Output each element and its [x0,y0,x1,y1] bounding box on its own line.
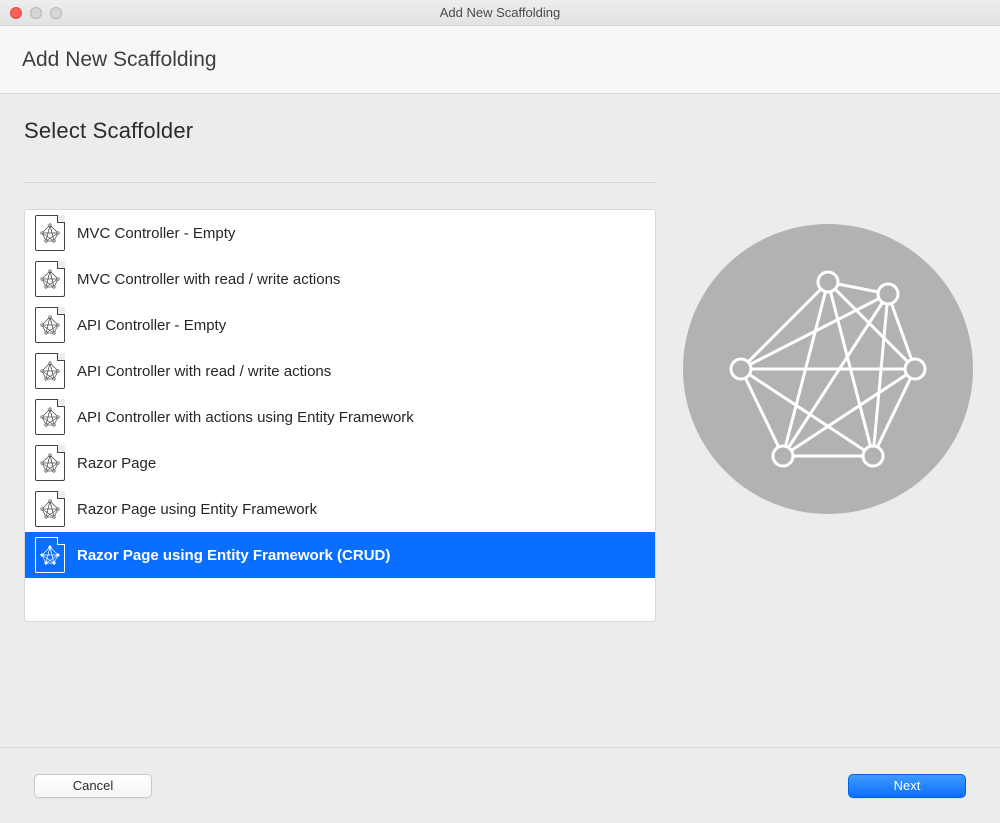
preview-graphic [683,224,973,514]
scaffolder-list-item[interactable]: API Controller with actions using Entity… [25,394,655,440]
scaffold-file-icon [33,260,67,298]
scaffold-file-icon [33,306,67,344]
maximize-window-button[interactable] [50,7,62,19]
scaffolder-list-item[interactable]: Razor Page [25,440,655,486]
scaffolder-item-label: API Controller with read / write actions [77,363,331,380]
scaffold-file-icon [33,398,67,436]
scaffolder-list-item[interactable]: MVC Controller - Empty [25,210,655,256]
titlebar: Add New Scaffolding [0,0,1000,26]
left-pane: Select Scaffolder MVC Controller - Empty… [0,94,656,747]
scaffolder-item-label: MVC Controller with read / write actions [77,271,340,288]
dialog-footer: Cancel Next [0,747,1000,823]
scaffolder-item-label: API Controller with actions using Entity… [77,409,414,426]
scaffolder-list-item[interactable]: Razor Page using Entity Framework (CRUD) [25,532,655,578]
scaffolder-item-label: Razor Page [77,455,156,472]
scaffold-file-icon [33,444,67,482]
scaffolder-item-label: Razor Page using Entity Framework [77,501,317,518]
scaffolder-list-item[interactable]: API Controller - Empty [25,302,655,348]
dialog-header: Add New Scaffolding [0,26,1000,94]
scaffold-file-icon [33,490,67,528]
scaffold-file-icon [33,352,67,390]
scaffold-file-icon [33,214,67,252]
preview-pane [656,94,1000,747]
dialog-window: Add New Scaffolding Add New Scaffolding … [0,0,1000,823]
dialog-title: Add New Scaffolding [22,48,217,72]
close-window-button[interactable] [10,7,22,19]
scaffolder-item-label: MVC Controller - Empty [77,225,235,242]
window-controls [0,7,62,19]
cancel-button[interactable]: Cancel [34,774,152,798]
scaffolder-item-label: Razor Page using Entity Framework (CRUD) [77,547,390,564]
scaffolder-list[interactable]: MVC Controller - Empty MVC Controller wi… [24,209,656,622]
section-title: Select Scaffolder [24,118,656,144]
window-title: Add New Scaffolding [0,5,1000,20]
scaffolder-list-item[interactable]: API Controller with read / write actions [25,348,655,394]
scaffolder-list-item[interactable]: MVC Controller with read / write actions [25,256,655,302]
section-header: Select Scaffolder [24,118,656,183]
dialog-content: Select Scaffolder MVC Controller - Empty… [0,94,1000,747]
scaffold-file-icon [33,536,67,574]
scaffolder-list-item[interactable]: Razor Page using Entity Framework [25,486,655,532]
scaffolder-item-label: API Controller - Empty [77,317,226,334]
graph-icon [723,264,933,474]
next-button[interactable]: Next [848,774,966,798]
minimize-window-button[interactable] [30,7,42,19]
